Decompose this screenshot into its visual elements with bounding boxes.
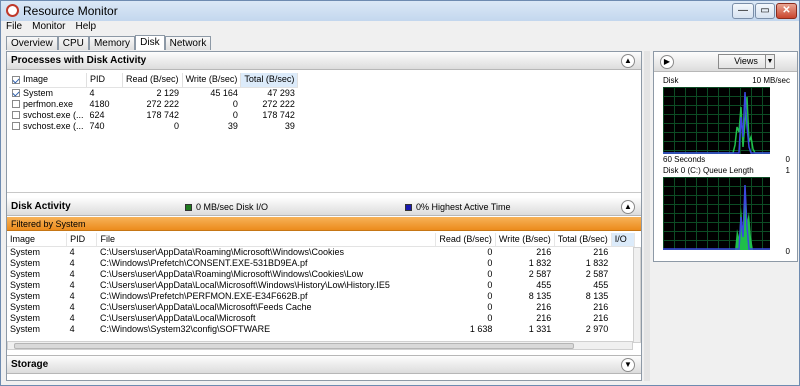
vertical-scrollbar[interactable]	[633, 247, 641, 343]
col-io[interactable]: I/O	[611, 233, 635, 247]
disk-activity-section-header[interactable]: Disk Activity 0 MB/sec Disk I/O 0% Highe…	[7, 198, 641, 216]
queue-graph-label: Disk 0 (C:) Queue Length	[663, 166, 754, 175]
process-row[interactable]: perfmon.exe 4180 272 222 0 272 222	[9, 99, 298, 110]
horizontal-scroll-thumb[interactable]	[14, 343, 574, 349]
collapse-processes-icon[interactable]: ▲	[621, 54, 635, 68]
horizontal-scrollbar[interactable]	[7, 341, 633, 350]
row-checkbox[interactable]	[12, 111, 20, 120]
queue-graph-max: 1	[785, 166, 790, 175]
row-checkbox[interactable]	[12, 100, 20, 109]
disk-graph-max: 10 MB/sec	[752, 76, 790, 85]
tab-memory[interactable]: Memory	[88, 36, 136, 50]
col-image[interactable]: Image	[7, 233, 68, 247]
col-read[interactable]: Read (B/sec)	[435, 233, 496, 247]
queue-graph	[663, 177, 770, 250]
menu-help[interactable]: Help	[70, 21, 101, 32]
select-all-checkbox[interactable]	[12, 75, 20, 84]
graph-panel: ▶ Views ▼ Disk 10 MB/sec 60 Seconds 0 Di…	[653, 51, 798, 262]
table-row[interactable]: System 4 C:\Users\user\AppData\Local\Micro…	[7, 280, 635, 291]
table-row[interactable]: System 4 C:\Windows\Prefetch\PERFMON.EXE-E…	[7, 291, 635, 302]
queue-graph-lines	[663, 184, 770, 250]
resource-monitor-window: Resource Monitor — ▭ ✕ File Monitor Help O…	[0, 0, 800, 386]
main-panel: Processes with Disk Activity ▲ Image PID…	[6, 51, 642, 381]
table-row[interactable]: System 4 C:\Users\user\AppData\Roaming\Mic…	[7, 269, 635, 280]
menu-bar: File Monitor Help	[1, 21, 799, 35]
menu-file[interactable]: File	[1, 21, 27, 32]
tab-cpu[interactable]: CPU	[57, 36, 89, 50]
filter-banner: Filtered by System	[7, 217, 641, 231]
collapse-disk-activity-icon[interactable]: ▲	[621, 200, 635, 214]
window-title: Resource Monitor	[23, 4, 118, 18]
col-pid[interactable]: PID	[66, 233, 98, 247]
col-write[interactable]: Write (B/sec)	[495, 233, 555, 247]
processes-table: Image PID Read (B/sec) Write (B/sec) Tot…	[9, 73, 299, 132]
minimize-button[interactable]: —	[732, 3, 754, 19]
active-time-swatch	[405, 204, 412, 212]
disk-io-legend: 0 MB/sec Disk I/O	[185, 198, 268, 216]
row-checkbox[interactable]	[12, 89, 20, 98]
disk-activity-title: Disk Activity	[11, 201, 71, 212]
process-row[interactable]: svchost.exe (... 624 178 742 0 178 742	[9, 110, 298, 121]
col-image[interactable]: Image	[9, 73, 88, 88]
tab-strip: Overview CPU Memory Disk Network	[6, 35, 212, 51]
col-file[interactable]: File	[96, 233, 437, 247]
col-write[interactable]: Write (B/sec)	[182, 73, 242, 88]
app-icon	[6, 4, 19, 17]
table-row[interactable]: System 4 C:\Users\user\AppData\Local\Micro…	[7, 302, 635, 313]
tab-disk[interactable]: Disk	[135, 35, 165, 50]
storage-section-header[interactable]: Storage ▼	[7, 355, 641, 374]
graph-panel-toolbar: ▶ Views ▼	[654, 52, 797, 72]
table-row[interactable]: System 4 C:\Windows\Prefetch\CONSENT.EXE-5…	[7, 258, 635, 269]
table-row[interactable]: System 4 C:\Windows\System32\config\SOFTWA…	[7, 324, 635, 335]
table-row[interactable]: System 4 C:\Users\user\AppData\Local\Micro…	[7, 313, 635, 324]
processes-section-title: Processes with Disk Activity	[11, 55, 147, 66]
tab-overview[interactable]: Overview	[6, 36, 58, 50]
views-dropdown-icon[interactable]: ▼	[765, 54, 775, 69]
col-total[interactable]: Total (B/sec)	[554, 233, 612, 247]
disk-activity-list: Image PID File Read (B/sec) Write (B/sec…	[7, 233, 635, 341]
tab-network[interactable]: Network	[164, 36, 212, 50]
close-button[interactable]: ✕	[776, 3, 797, 19]
disk-graph-time: 60 Seconds	[663, 155, 706, 164]
expand-storage-icon[interactable]: ▼	[621, 358, 635, 372]
process-row[interactable]: svchost.exe (... 740 0 39 39	[9, 121, 298, 132]
active-time-legend: 0% Highest Active Time	[405, 198, 511, 216]
disk-graph-label: Disk	[663, 76, 679, 85]
disk-io-swatch	[185, 204, 192, 212]
splitter[interactable]	[644, 51, 650, 381]
table-row[interactable]: System 4 C:\Users\user\AppData\Roaming\Mic…	[7, 246, 635, 258]
row-checkbox[interactable]	[12, 122, 20, 131]
menu-monitor[interactable]: Monitor	[27, 21, 70, 32]
disk-graph	[663, 87, 770, 154]
maximize-button[interactable]: ▭	[755, 3, 775, 19]
queue-graph-min: 0	[785, 247, 790, 256]
processes-section-header[interactable]: Processes with Disk Activity ▲	[7, 52, 641, 70]
process-row[interactable]: System 4 2 129 45 164 47 293	[9, 87, 298, 99]
disk-graph-lines	[663, 91, 770, 154]
col-read[interactable]: Read (B/sec)	[122, 73, 183, 88]
disk-activity-table: Image PID File Read (B/sec) Write (B/sec…	[7, 233, 635, 335]
title-bar: Resource Monitor — ▭ ✕	[1, 1, 799, 21]
disk-graph-min: 0	[785, 155, 790, 164]
col-pid[interactable]: PID	[86, 73, 124, 88]
col-total[interactable]: Total (B/sec)	[240, 73, 299, 88]
storage-title: Storage	[11, 359, 49, 370]
collapse-panel-icon[interactable]: ▶	[660, 55, 674, 69]
